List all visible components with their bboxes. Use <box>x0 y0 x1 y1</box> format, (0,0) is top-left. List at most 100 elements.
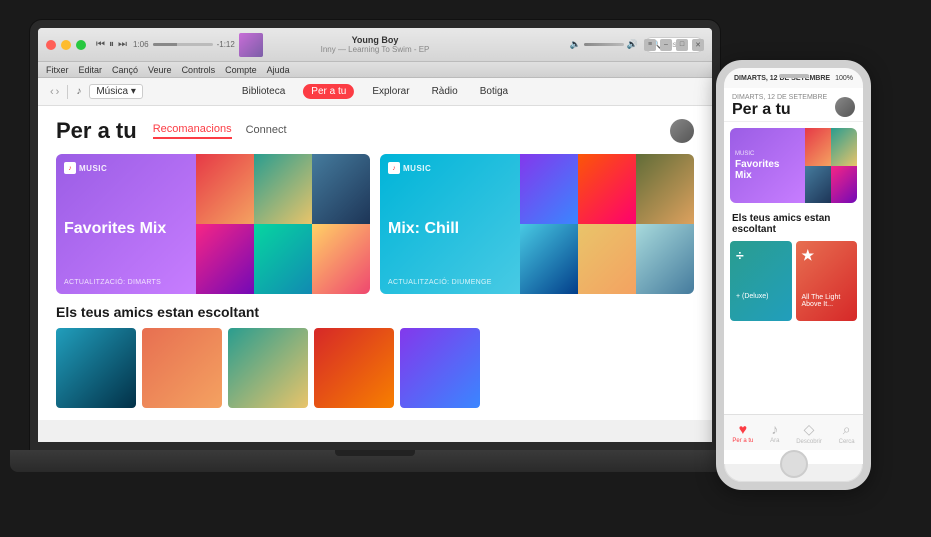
nav-botiga[interactable]: Botiga <box>476 84 512 99</box>
heart-icon: ♥ <box>739 421 747 437</box>
phone-mix-card[interactable]: MUSIC Favorites Mix <box>730 128 857 203</box>
music-badge-1: ♪ MUSIC <box>64 162 188 174</box>
chill-mix-card[interactable]: ♪ MUSIC Mix: Chill ACTUALITZACIÓ: DIUMEN… <box>380 154 694 294</box>
friend-thumb-4[interactable] <box>314 328 394 408</box>
phone-friend-label-1: + (Deluxe) <box>736 293 786 300</box>
phone-mix-main: MUSIC Favorites Mix <box>730 128 805 203</box>
friends-section-title: Els teus amics estan escoltant <box>56 304 694 320</box>
phone-home-button[interactable] <box>780 450 808 478</box>
nav-radio[interactable]: Ràdio <box>428 84 462 99</box>
friend-thumb-5[interactable] <box>400 328 480 408</box>
close-button[interactable] <box>46 40 56 50</box>
phone-header: DIMARTS, 12 DE SETEMBRE Per a tu <box>724 88 863 122</box>
next-button[interactable]: ⏭ <box>118 39 127 50</box>
music-icon: ♪ <box>771 421 778 437</box>
apple-music-label-1: MUSIC <box>79 164 107 173</box>
phone-nav-label-0: Per a tu <box>732 438 753 444</box>
window-close[interactable]: ✕ <box>692 39 704 51</box>
friend-thumb-1[interactable] <box>56 328 136 408</box>
thumb-1 <box>196 154 254 224</box>
phone-thumb-1 <box>805 128 831 166</box>
nav-separator <box>67 85 68 99</box>
apple-music-icon-1: ♪ <box>64 162 76 174</box>
now-playing-artwork <box>239 33 263 57</box>
menu-editar[interactable]: Editar <box>79 65 103 75</box>
phone-user-avatar[interactable] <box>835 97 855 117</box>
phone: DIMARTS, 12 DE SETEMBRE 100% DIMARTS, 12… <box>716 60 871 490</box>
breadcrumb-dropdown[interactable]: Música ▾ <box>89 84 143 99</box>
breadcrumb-label: Música <box>96 86 128 97</box>
time-elapsed: 1:06 <box>133 40 149 49</box>
favorites-mix-name: Favorites Mix <box>64 220 188 238</box>
song-info: Young Boy Inny — Learning To Swim - EP <box>321 35 430 54</box>
volume-bar[interactable] <box>584 43 624 46</box>
window-min[interactable]: – <box>660 39 672 51</box>
thumb-5 <box>254 224 312 294</box>
nav-back[interactable]: ‹ <box>50 86 54 98</box>
chill-mix-thumbnails <box>520 154 694 294</box>
phone-battery: 100% <box>835 75 853 82</box>
laptop-screen: ⏮ ⏸ ⏭ 1:06 -1:12 Young Boy Inny — Learni… <box>38 28 712 442</box>
phone-bezel: DIMARTS, 12 DE SETEMBRE 100% DIMARTS, 12… <box>716 60 871 490</box>
itunes-toolbar: ‹ › ♪ Música ▾ Biblioteca Per a tu Explo… <box>38 78 712 106</box>
phone-mix-badge: MUSIC <box>735 151 800 157</box>
menu-fitxer[interactable]: Fitxer <box>46 65 69 75</box>
phone-nav-ara[interactable]: ♪ Ara <box>770 421 779 444</box>
chill-thumb-1 <box>520 154 578 224</box>
page-header: Per a tu Recomanacions Connect <box>56 118 694 144</box>
phone-speaker <box>779 74 809 78</box>
user-avatar[interactable] <box>670 119 694 143</box>
friend-thumb-3[interactable] <box>228 328 308 408</box>
music-badge-2: ♪ MUSIC <box>388 162 512 174</box>
progress-fill <box>153 43 177 46</box>
phone-nav-cerca[interactable]: ⌕ Cerca <box>839 421 855 445</box>
progress-bar[interactable] <box>153 43 213 46</box>
list-view-button[interactable]: ≡ <box>644 39 656 51</box>
phone-nav-label-2: Descobrir <box>796 439 822 445</box>
phone-page-title: Per a tu <box>732 101 827 119</box>
menu-compte[interactable]: Compte <box>225 65 257 75</box>
menu-controls[interactable]: Controls <box>182 65 216 75</box>
phone-nav-label-1: Ara <box>770 438 779 444</box>
tab-recomanacions[interactable]: Recomanacions <box>153 123 232 139</box>
nav-per-a-tu[interactable]: Per a tu <box>303 84 354 99</box>
prev-button[interactable]: ⏮ <box>96 39 105 50</box>
tab-connect[interactable]: Connect <box>246 124 287 138</box>
nav-forward[interactable]: › <box>56 86 60 98</box>
phone-friend-label-2: All The Light Above It... <box>802 294 852 308</box>
phone-nav-descobrir[interactable]: ◇ Descobrir <box>796 421 822 445</box>
window-max[interactable]: □ <box>676 39 688 51</box>
phone-thumb-2 <box>831 128 857 166</box>
phone-friend-card-2[interactable]: ★ All The Light Above It... <box>796 241 858 321</box>
discover-icon: ◇ <box>804 421 815 438</box>
friend-thumb-2[interactable] <box>142 328 222 408</box>
nav-arrows: ‹ › <box>50 86 59 98</box>
song-sub: Inny — Learning To Swim - EP <box>321 45 430 54</box>
favorites-mix-card[interactable]: ♪ MUSIC Favorites Mix ACTUALITZACIÓ: DIM… <box>56 154 370 294</box>
phone-mix-name-line2: Mix <box>735 170 800 181</box>
phone-friends-grid: ÷ + (Deluxe) ★ All The Light Above It... <box>724 241 863 321</box>
thumb-2 <box>254 154 312 224</box>
volume-control[interactable]: 🔈 🔊 <box>570 39 638 50</box>
main-nav: Biblioteca Per a tu Explorar Ràdio Botig… <box>238 84 512 99</box>
phone-thumb-4 <box>831 166 857 204</box>
chill-mix-main: ♪ MUSIC Mix: Chill ACTUALITZACIÓ: DIUMEN… <box>380 154 520 294</box>
phone-friend-card-1[interactable]: ÷ + (Deluxe) <box>730 241 792 321</box>
traffic-lights <box>46 40 86 50</box>
laptop-screen-bezel: ⏮ ⏸ ⏭ 1:06 -1:12 Young Boy Inny — Learni… <box>30 20 720 450</box>
maximize-button[interactable] <box>76 40 86 50</box>
menu-canco[interactable]: Cançó <box>112 65 138 75</box>
nav-explorar[interactable]: Explorar <box>368 84 413 99</box>
chill-mix-name: Mix: Chill <box>388 220 512 238</box>
phone-nav-per-a-tu[interactable]: ♥ Per a tu <box>732 421 753 444</box>
music-note-icon: ♪ <box>76 86 81 97</box>
menu-ajuda[interactable]: Ajuda <box>267 65 290 75</box>
window-controls: ≡ – □ ✕ <box>644 39 704 51</box>
nav-biblioteca[interactable]: Biblioteca <box>238 84 289 99</box>
minimize-button[interactable] <box>61 40 71 50</box>
song-title: Young Boy <box>321 35 430 45</box>
menu-veure[interactable]: Veure <box>148 65 172 75</box>
play-pause-button[interactable]: ⏸ <box>109 39 114 50</box>
laptop-base <box>10 450 740 472</box>
page-title: Per a tu <box>56 118 137 144</box>
